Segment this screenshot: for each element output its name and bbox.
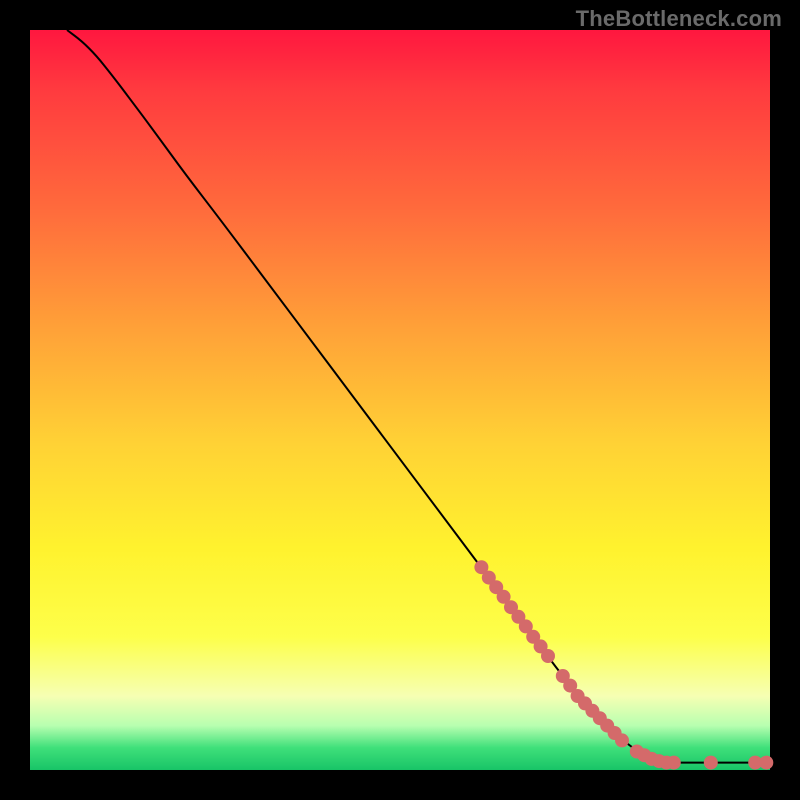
dots-group [474,560,773,769]
data-dot [704,756,718,770]
chart-svg [30,30,770,770]
data-dot [541,649,555,663]
watermark-text: TheBottleneck.com [576,6,782,32]
plot-area [30,30,770,770]
data-dot [615,733,629,747]
data-dot [759,756,773,770]
curve-line [67,30,766,763]
chart-frame: TheBottleneck.com [0,0,800,800]
data-dot [667,756,681,770]
